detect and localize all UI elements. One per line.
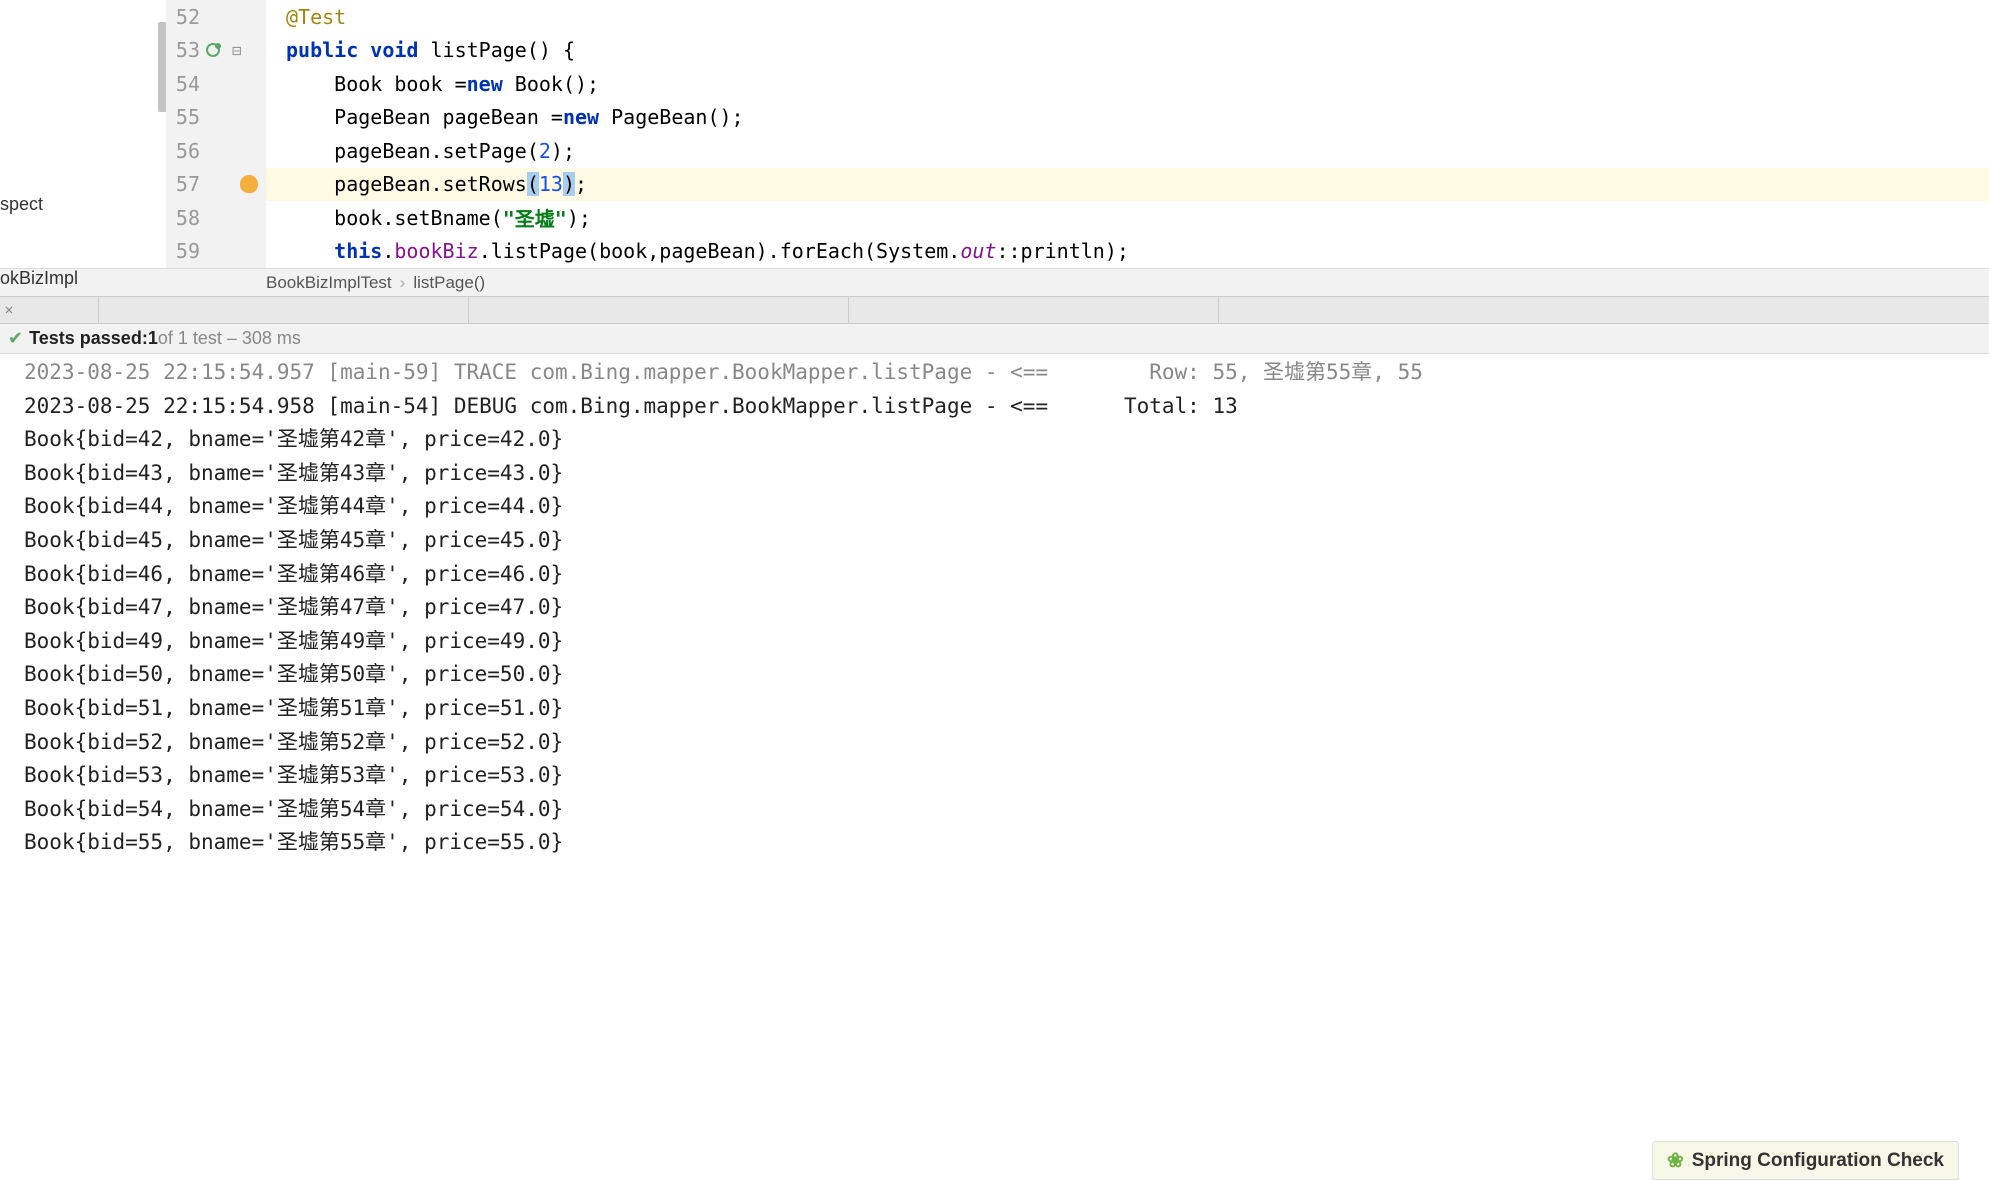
console-line: Book{bid=42, bname='圣墟第42章', price=42.0} [24, 423, 1965, 457]
console-line: 2023-08-25 22:15:54.958 [main-54] DEBUG … [24, 390, 1965, 424]
tab[interactable] [848, 297, 1218, 323]
console-line: Book{bid=55, bname='圣墟第55章', price=55.0} [24, 826, 1965, 860]
console-line: Book{bid=49, bname='圣墟第49章', price=49.0} [24, 625, 1965, 659]
console-line: Book{bid=44, bname='圣墟第44章', price=44.0} [24, 490, 1965, 524]
console-line: Book{bid=50, bname='圣墟第50章', price=50.0} [24, 658, 1965, 692]
line-number: 59 [166, 239, 206, 263]
console-line: Book{bid=43, bname='圣墟第43章', price=43.0} [24, 457, 1965, 491]
console-line: Book{bid=53, bname='圣墟第53章', price=53.0} [24, 759, 1965, 793]
code-line: PageBean pageBean =new PageBean(); [266, 101, 1989, 135]
line-number: 57 [166, 172, 206, 196]
console-output[interactable]: 2023-08-25 22:15:54.957 [main-59] TRACE … [0, 354, 1989, 862]
line-number: 54 [166, 72, 206, 96]
tab[interactable] [1218, 297, 1989, 323]
line-number: 55 [166, 105, 206, 129]
tab[interactable] [18, 297, 98, 323]
code-line: this.bookBiz.listPage(book,pageBean).for… [266, 235, 1989, 269]
code-editor[interactable]: @Test public void listPage() { Book book… [266, 0, 1989, 268]
spring-icon: ❀ [1667, 1148, 1684, 1173]
editor-gutter[interactable]: 52 53 ⊟ 54 55 56 57 58 59 [166, 0, 266, 268]
tests-passed-suffix: of 1 test – 308 ms [158, 328, 301, 349]
breadcrumb-separator: › [400, 273, 406, 293]
close-tab-icon[interactable]: ✕ [0, 297, 18, 323]
run-test-icon[interactable] [206, 41, 224, 59]
console-line: Book{bid=46, bname='圣墟第46章', price=46.0} [24, 558, 1965, 592]
code-line: book.setBname("圣墟"); [266, 201, 1989, 235]
left-panel-item-1[interactable]: spect [0, 194, 43, 215]
tab[interactable] [468, 297, 848, 323]
breadcrumb-item[interactable]: listPage() [413, 273, 485, 293]
breadcrumb-bar: BookBizImplTest › listPage() [0, 268, 1989, 296]
console-line: Book{bid=47, bname='圣墟第47章', price=47.0} [24, 591, 1965, 625]
editor-area: spect okBizImpl 52 53 ⊟ 54 55 56 57 58 59… [0, 0, 1989, 268]
notification-text: Spring Configuration Check [1692, 1150, 1944, 1172]
spring-notification[interactable]: ❀ Spring Configuration Check [1652, 1141, 1959, 1180]
collapse-icon[interactable]: ⊟ [232, 41, 242, 60]
tests-passed-label: Tests passed: [29, 328, 148, 349]
code-line: pageBean.setPage(2); [266, 134, 1989, 168]
console-line: Book{bid=52, bname='圣墟第52章', price=52.0} [24, 726, 1965, 760]
console-line: Book{bid=54, bname='圣墟第54章', price=54.0} [24, 793, 1965, 827]
left-panel-item-2[interactable]: okBizImpl [0, 268, 78, 289]
console-line: 2023-08-25 22:15:54.957 [main-59] TRACE … [24, 356, 1965, 390]
tests-passed-count: 1 [148, 328, 158, 349]
check-icon: ✔ [8, 328, 23, 349]
intention-bulb-icon[interactable] [240, 175, 258, 193]
code-line-current: pageBean.setRows(13); [266, 168, 1989, 202]
line-number: 52 [166, 5, 206, 29]
breadcrumb-item[interactable]: BookBizImplTest [266, 273, 392, 293]
console-line: Book{bid=51, bname='圣墟第51章', price=51.0} [24, 692, 1965, 726]
test-status-bar: ✔ Tests passed: 1 of 1 test – 308 ms [0, 324, 1989, 354]
code-line: Book book =new Book(); [266, 67, 1989, 101]
line-number: 53 [166, 38, 206, 62]
line-number: 58 [166, 206, 206, 230]
console-line: Book{bid=45, bname='圣墟第45章', price=45.0} [24, 524, 1965, 558]
line-number: 56 [166, 139, 206, 163]
code-line: @Test [266, 0, 1989, 34]
code-line: public void listPage() { [266, 34, 1989, 68]
tool-window-tabs: ✕ [0, 296, 1989, 324]
tab[interactable] [98, 297, 468, 323]
project-panel-edge: spect okBizImpl [0, 0, 166, 268]
